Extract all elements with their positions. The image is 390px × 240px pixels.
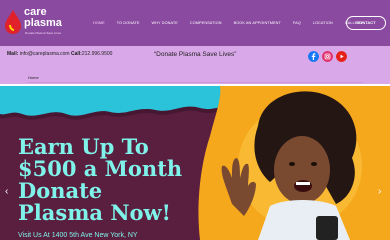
hero-address: Visit Us At 1400 5th Ave New York, NY — [18, 232, 138, 239]
prev-slide-arrow[interactable]: ‹ — [5, 186, 8, 197]
breadcrumb-divider — [28, 82, 363, 83]
hero-headline-line: $500 a Month — [18, 156, 183, 181]
hero-headline-line: Donate — [18, 178, 103, 203]
instagram-icon[interactable] — [322, 51, 333, 62]
youtube-icon[interactable] — [336, 51, 347, 62]
hero-headline-line: Earn Up To — [18, 134, 149, 159]
hero-headline-line: Plasma Now! — [18, 200, 171, 225]
hero-headline: Earn Up To $500 a Month Donate Plasma No… — [18, 136, 198, 224]
strip-slogan: “Donate Plasma Save Lives” — [154, 51, 237, 58]
nav-compensation[interactable]: COMPENSATION — [190, 20, 222, 28]
breadcrumb[interactable]: Home — [28, 75, 39, 80]
contact-button[interactable]: CONTACT — [346, 16, 386, 30]
facebook-icon[interactable] — [308, 51, 319, 62]
call-value[interactable]: 212.996.9500 — [82, 51, 113, 57]
nav-book-appointment[interactable]: BOOK AN APPOINTMENT — [234, 20, 281, 28]
logo-text-plasma: plasma — [24, 17, 62, 29]
logo[interactable]: care plasma Donate Plasma Save Lives — [4, 7, 74, 39]
main-nav: HOME TO DONATE WHY DONATE COMPENSATION B… — [93, 20, 375, 28]
next-slide-arrow[interactable]: › — [378, 186, 381, 197]
logo-tagline: Donate Plasma Save Lives — [25, 31, 62, 35]
call-label: Call: — [71, 51, 82, 57]
site-header: care plasma Donate Plasma Save Lives HOM… — [0, 0, 390, 46]
nav-faq[interactable]: FAQ — [293, 20, 301, 28]
nav-home[interactable]: HOME — [93, 20, 105, 28]
contact-info: Mail: info@careplasma.com Call:212.996.9… — [7, 51, 112, 57]
mail-label: Mail: — [7, 51, 19, 57]
nav-why-donate[interactable]: WHY DONATE — [152, 20, 178, 28]
mail-value[interactable]: info@careplasma.com — [20, 51, 70, 57]
drop-logo-icon — [5, 10, 21, 34]
nav-to-donate[interactable]: TO DONATE — [117, 20, 140, 28]
nav-location[interactable]: LOCATION — [313, 20, 333, 28]
